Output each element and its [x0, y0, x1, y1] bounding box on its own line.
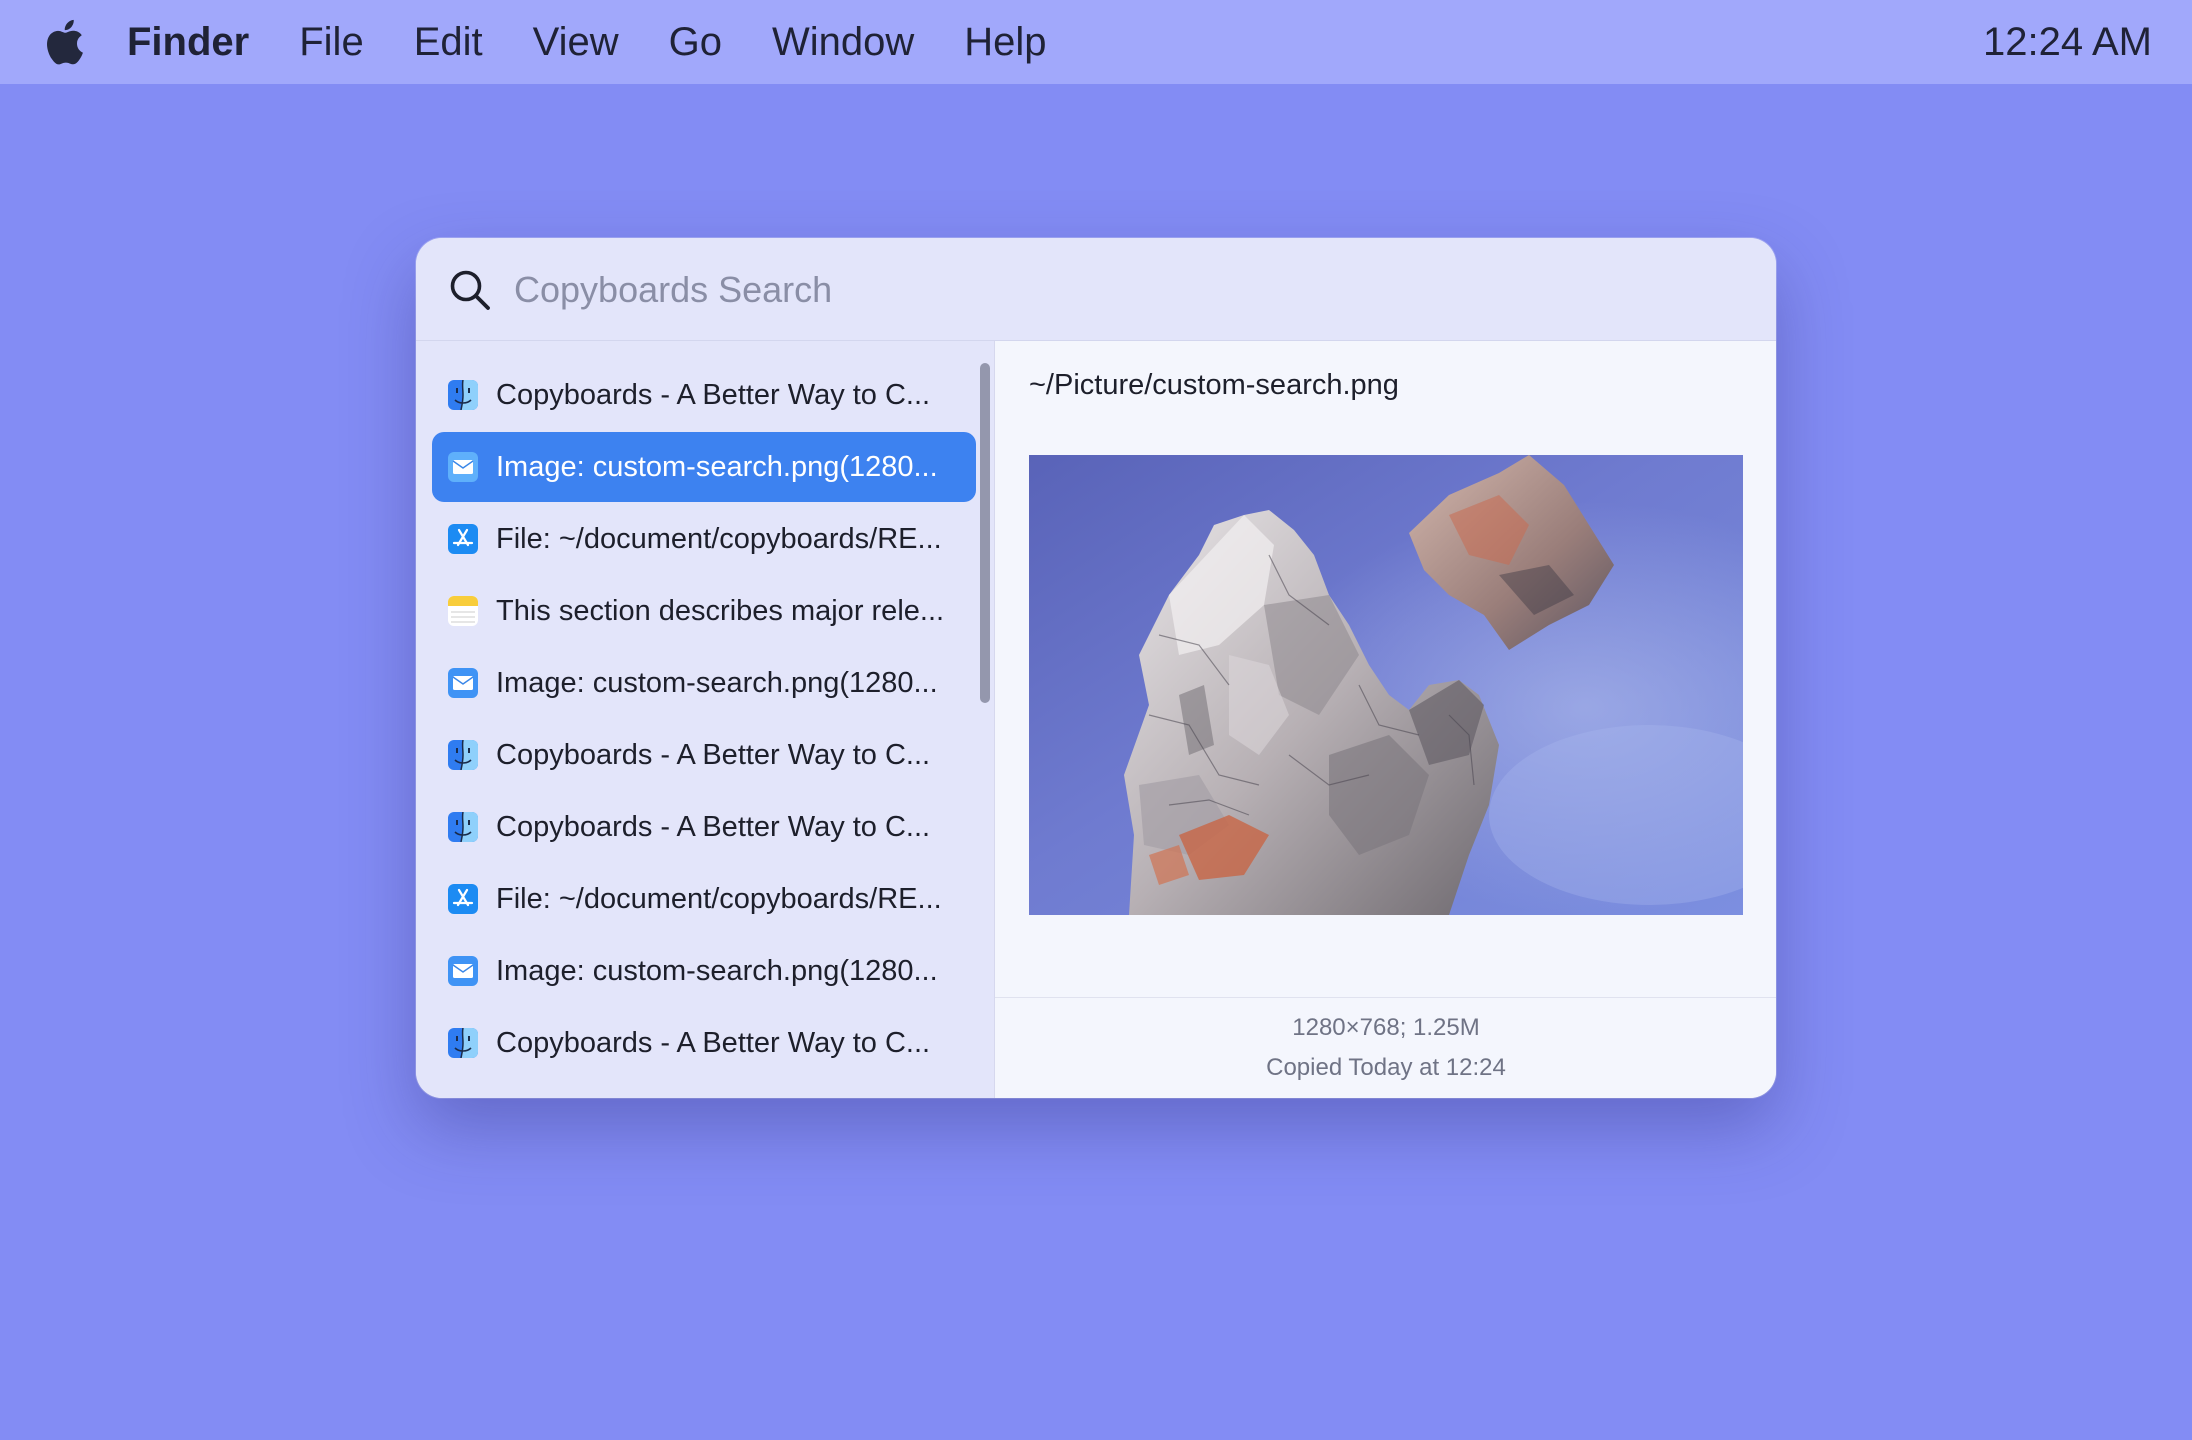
menu-go[interactable]: Go — [669, 20, 722, 65]
list-item-label: Image: custom-search.png(1280... — [496, 451, 938, 483]
list-item-selected[interactable]: Image: custom-search.png(1280... — [432, 432, 976, 502]
rock-photo-icon — [1029, 455, 1743, 915]
menu-edit[interactable]: Edit — [414, 20, 483, 65]
list-item-label: Copyboards - A Better Way to C... — [496, 811, 931, 843]
list-item-label: This section describes major rele... — [496, 595, 945, 627]
menu-file[interactable]: File — [299, 20, 363, 65]
app-store-icon — [448, 884, 478, 914]
list-item[interactable]: This section describes major rele... — [432, 576, 976, 646]
menu-window[interactable]: Window — [772, 20, 914, 65]
preview-image — [1029, 455, 1743, 915]
menu-app-name[interactable]: Finder — [127, 20, 249, 65]
preview-dimensions: 1280×768; 1.25M — [1292, 1014, 1480, 1041]
list-scrollbar[interactable] — [980, 363, 990, 703]
list-item[interactable]: File: ~/document/copyboards/RE... — [432, 504, 976, 574]
list-item-label: File: ~/document/copyboards/RE... — [496, 523, 942, 555]
list-item[interactable]: Copyboards - A Better Way to C... — [432, 720, 976, 790]
preview-pane: ~/Picture/custom-search.png 1280×768; 1.… — [994, 341, 1776, 1098]
finder-icon — [448, 740, 478, 770]
preview-copied-time: Copied Today at 12:24 — [1266, 1054, 1506, 1081]
list-item-label: Copyboards - A Better Way to C... — [496, 739, 931, 771]
list-item[interactable]: Image: custom-search.png(1280... — [432, 648, 976, 718]
list-item-label: Image: custom-search.png(1280... — [496, 955, 938, 987]
clipboard-history-list: Copyboards - A Better Way to C... Image:… — [416, 341, 994, 1098]
list-item-label: Image: custom-search.png(1280... — [496, 667, 938, 699]
preview-footer: 1280×768; 1.25M Copied Today at 12:24 — [995, 997, 1776, 1098]
list-item[interactable]: Copyboards - A Better Way to C... — [432, 1008, 976, 1078]
notes-icon — [448, 596, 478, 626]
list-item[interactable]: Copyboards - A Better Way to C... — [432, 360, 976, 430]
menu-help[interactable]: Help — [964, 20, 1046, 65]
list-item[interactable]: Copyboards - A Better Way to C... — [432, 792, 976, 862]
finder-icon — [448, 380, 478, 410]
list-item-label: Copyboards - A Better Way to C... — [496, 379, 931, 411]
list-item-label: File: ~/document/copyboards/RE... — [496, 883, 942, 915]
apple-logo-icon[interactable] — [36, 14, 86, 70]
finder-icon — [448, 812, 478, 842]
search-bar — [416, 238, 1776, 341]
search-input[interactable] — [512, 260, 1736, 320]
finder-icon — [448, 1028, 478, 1058]
list-item-label: Copyboards - A Better Way to C... — [496, 1027, 931, 1059]
list-item[interactable]: File: ~/document/copyboards/RE... — [432, 864, 976, 934]
mail-icon — [448, 452, 478, 482]
menu-view[interactable]: View — [533, 20, 619, 65]
menu-clock[interactable]: 12:24 AM — [1983, 0, 2152, 84]
app-store-icon — [448, 524, 478, 554]
menu-bar: Finder File Edit View Go Window Help 12:… — [0, 0, 2192, 84]
preview-file-path: ~/Picture/custom-search.png — [1029, 369, 1399, 401]
copyboards-window: Copyboards - A Better Way to C... Image:… — [416, 238, 1776, 1098]
mail-icon — [448, 668, 478, 698]
search-icon — [450, 270, 490, 310]
list-item[interactable]: Image: custom-search.png(1280... — [432, 936, 976, 1006]
mail-icon — [448, 956, 478, 986]
